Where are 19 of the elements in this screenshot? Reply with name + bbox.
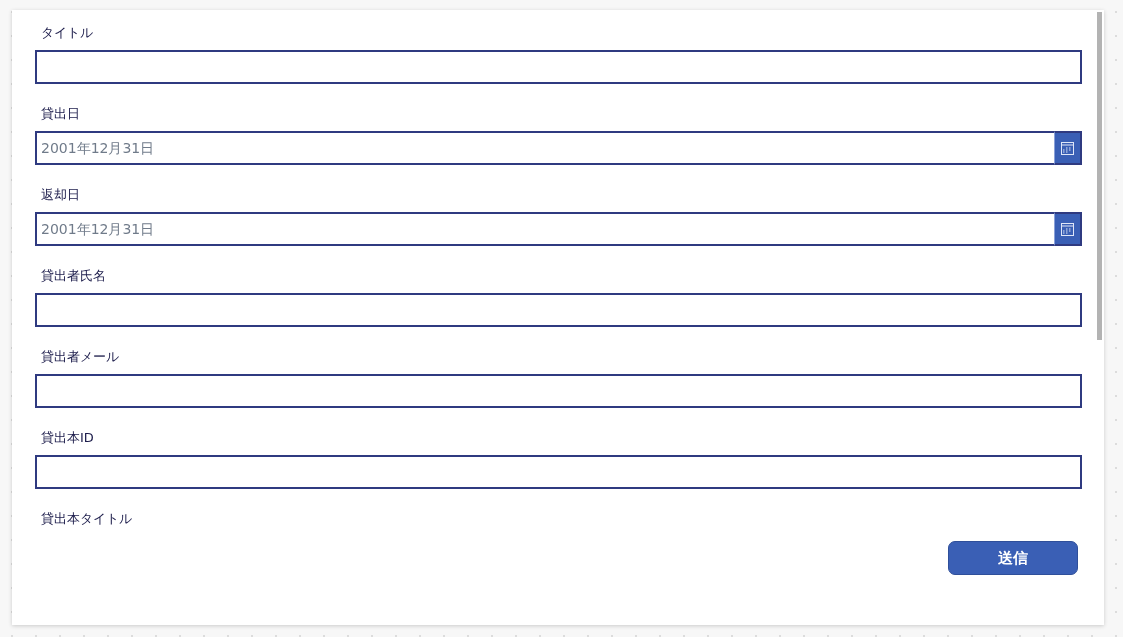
field-label: 返却日 <box>40 187 81 203</box>
field-label: 貸出本ID <box>40 430 95 446</box>
text-input-field[interactable] <box>35 455 1082 489</box>
field-label: 貸出者メール <box>40 349 120 365</box>
calendar-icon <box>1061 141 1074 155</box>
text-input-field[interactable] <box>35 374 1082 408</box>
field-label: タイトル <box>40 25 94 41</box>
field-label: 貸出者氏名 <box>40 268 107 284</box>
calendar-icon <box>1061 222 1074 236</box>
field-label: 貸出日 <box>40 106 81 122</box>
scrollbar[interactable] <box>1097 12 1102 340</box>
text-input-field[interactable] <box>35 50 1082 84</box>
calendar-button[interactable] <box>1054 212 1082 246</box>
text-input-field[interactable] <box>35 293 1082 327</box>
date-input-field[interactable]: 2001年12月31日 <box>35 131 1054 165</box>
date-input-field[interactable]: 2001年12月31日 <box>35 212 1054 246</box>
field-label: 貸出本タイトル <box>40 511 133 527</box>
submit-button[interactable]: 送信 <box>948 541 1078 575</box>
calendar-button[interactable] <box>1054 131 1082 165</box>
